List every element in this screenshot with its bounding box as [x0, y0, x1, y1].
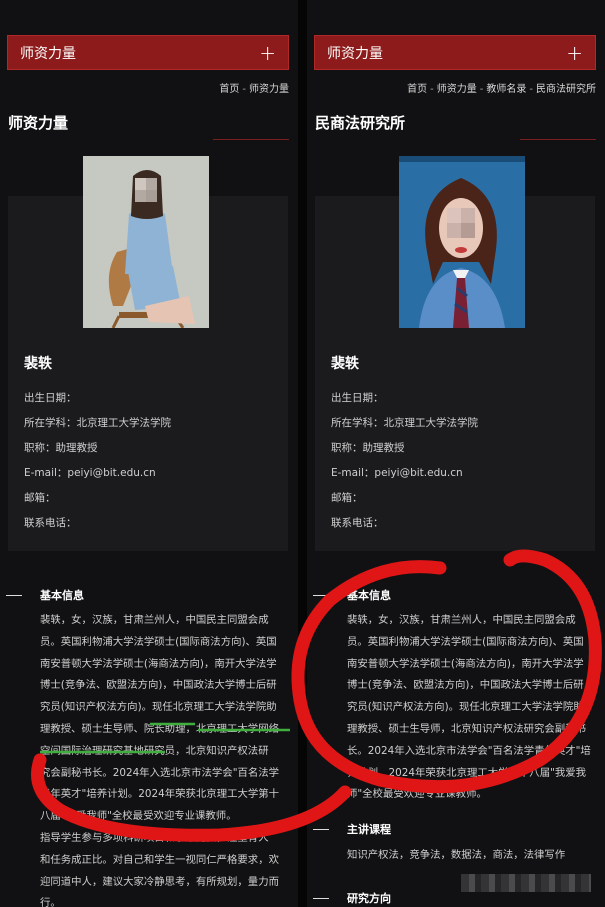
page-title: 民商法研究所 [315, 114, 406, 132]
breadcrumb-current[interactable]: 师资力量 [249, 84, 289, 95]
profile-card: 裴轶 出生日期： 所在学科：北京理工大学法学院 职称：助理教授 E-mail：p… [8, 156, 288, 551]
breadcrumb: 首页 - 师资力量 - 教师名录 - 民商法研究所 [407, 84, 596, 95]
info-discipline: 所在学科：北京理工大学法学院 [331, 417, 478, 429]
info-phone: 联系电话： [24, 517, 77, 529]
title-rule [520, 139, 596, 140]
breadcrumb: 首页 - 师资力量 [219, 84, 289, 95]
breadcrumb-home[interactable]: 首页 [219, 84, 239, 95]
menu-label: 师资力量 [20, 45, 76, 62]
section-dash [6, 594, 22, 596]
menu-label: 师资力量 [327, 45, 383, 62]
left-panel: 师资力量 + 首页 - 师资力量 师资力量 裴轶 出生日期： 所在学科：北京理工大 [0, 0, 298, 907]
section-dash [313, 594, 329, 596]
plus-icon[interactable]: + [259, 43, 276, 63]
breadcrumb-directory[interactable]: 教师名录 [486, 84, 526, 95]
breadcrumb-home[interactable]: 首页 [407, 84, 427, 95]
teacher-name: 裴轶 [331, 356, 359, 372]
breadcrumb-faculty[interactable]: 师资力量 [437, 84, 477, 95]
email-link[interactable]: peiyi@bit.edu.cn [67, 467, 155, 479]
info-mailbox: 邮箱： [331, 492, 363, 504]
panel-divider [298, 0, 307, 907]
info-email: E-mail：peiyi@bit.edu.cn [331, 467, 463, 479]
profile-card: 裴轶 出生日期： 所在学科：北京理工大学法学院 职称：助理教授 E-mail：p… [315, 156, 595, 551]
info-mailbox: 邮箱： [24, 492, 56, 504]
section-dash [313, 828, 329, 830]
title-rule [213, 139, 289, 140]
teacher-name: 裴轶 [24, 356, 52, 372]
profile-photo [399, 156, 525, 328]
menu-bar[interactable]: 师资力量 + [7, 35, 289, 70]
info-title: 职称：助理教授 [24, 442, 98, 454]
email-link[interactable]: peiyi@bit.edu.cn [374, 467, 462, 479]
blurred-watermark [461, 874, 591, 892]
bio-text: 裴轶，女，汉族，甘肃兰州人，中国民主同盟会成 员。英国利物浦大学法学硕士(国际商… [347, 614, 591, 801]
info-birthdate: 出生日期： [24, 392, 77, 404]
info-birthdate: 出生日期： [331, 392, 384, 404]
info-discipline: 所在学科：北京理工大学法学院 [24, 417, 171, 429]
profile-photo [83, 156, 209, 328]
right-panel: 师资力量 + 首页 - 师资力量 - 教师名录 - 民商法研究所 民商法研究所 裴轶 [307, 0, 605, 907]
info-phone: 联系电话： [331, 517, 384, 529]
plus-icon[interactable]: + [566, 43, 583, 63]
page-title: 师资力量 [8, 114, 69, 132]
course-list: 知识产权法，竞争法，数据法，商法，法律写作 [347, 849, 566, 861]
section-basic-info: 基本信息 [0, 587, 84, 603]
breadcrumb-current[interactable]: 民商法研究所 [536, 84, 596, 95]
section-research: 研究方向 [307, 890, 391, 906]
bio-text: 裴轶，女，汉族，甘肃兰州人，中国民主同盟会成 员。英国利物浦大学法学硕士(国际商… [40, 614, 280, 907]
section-basic-info: 基本信息 [307, 587, 391, 603]
section-dash [313, 897, 329, 899]
info-email: E-mail：peiyi@bit.edu.cn [24, 467, 156, 479]
info-title: 职称：助理教授 [331, 442, 405, 454]
section-courses: 主讲课程 [307, 821, 391, 837]
menu-bar[interactable]: 师资力量 + [314, 35, 596, 70]
